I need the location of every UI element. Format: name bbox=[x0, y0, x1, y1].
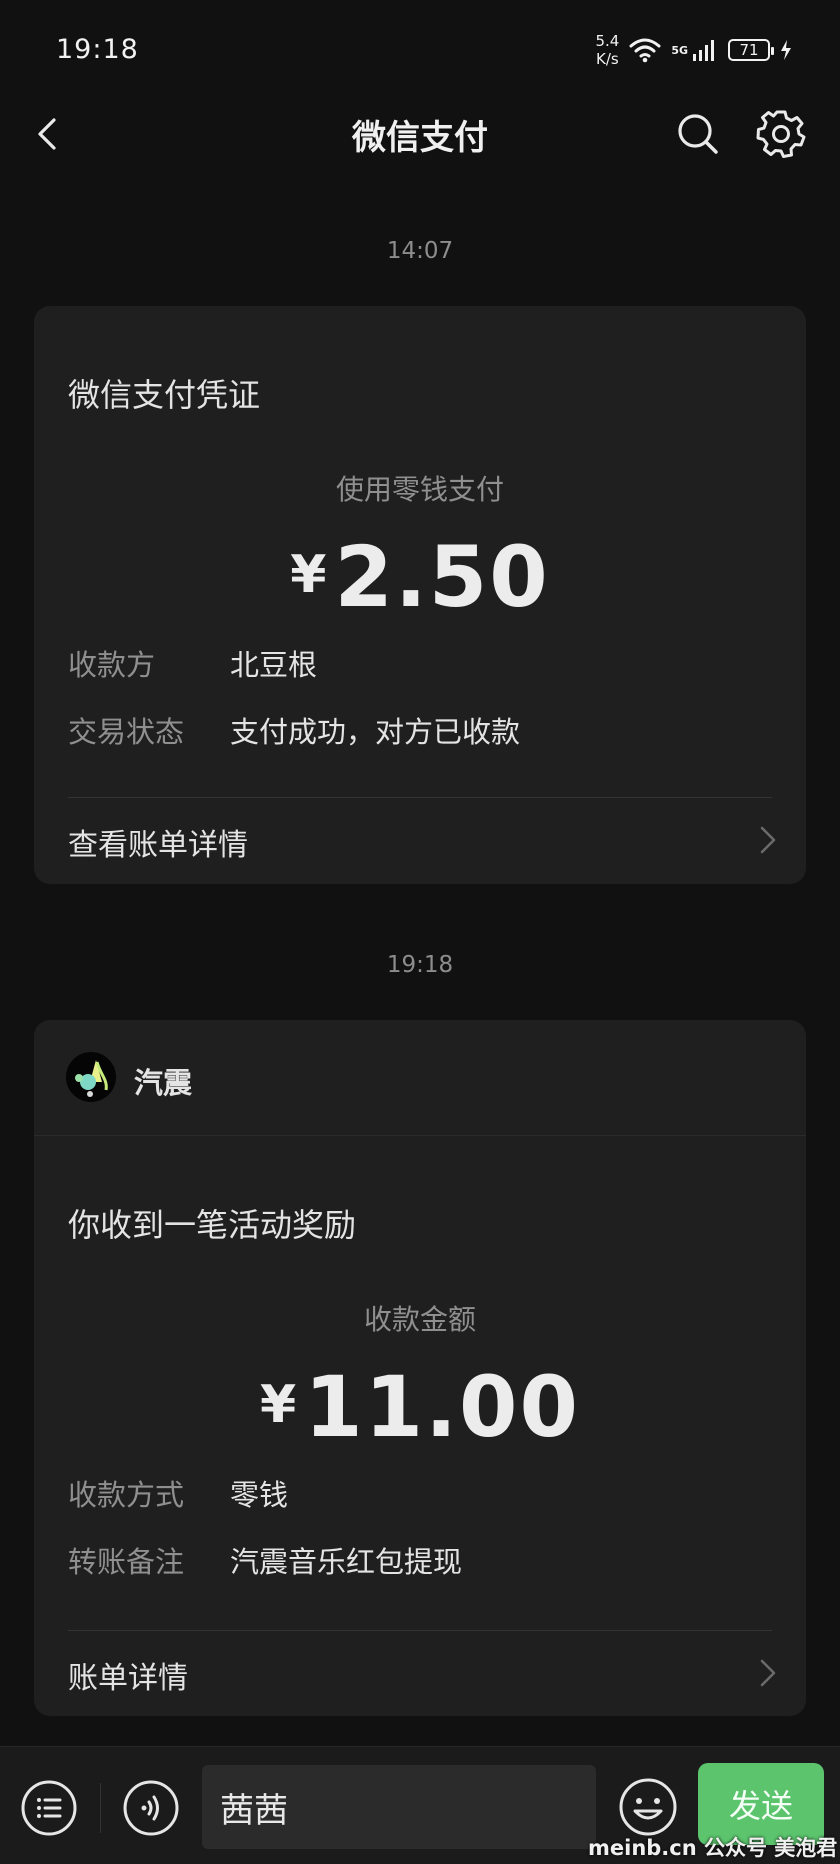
payment-voucher-card[interactable]: 微信支付凭证 使用零钱支付 ¥2.50 收款方 北豆根 交易状态 支付成功，对方… bbox=[34, 306, 806, 884]
bill-details-link[interactable]: 账单详情 bbox=[34, 1631, 806, 1715]
menu-list-icon[interactable] bbox=[20, 1779, 78, 1837]
nav-bar: 微信支付 bbox=[0, 100, 840, 170]
watermark-text: meinb.cn 公众号 美泡君 bbox=[588, 1836, 838, 1860]
sender-name: 汽震 bbox=[134, 1066, 193, 1100]
voice-icon[interactable] bbox=[122, 1779, 180, 1837]
message-input[interactable] bbox=[202, 1765, 596, 1849]
detail-row: 收款方式 零钱 bbox=[68, 1472, 772, 1514]
detail-value: 支付成功，对方已收款 bbox=[230, 715, 521, 749]
message-timestamp: 19:18 bbox=[386, 952, 454, 978]
avatar bbox=[66, 1052, 116, 1102]
network-speed-unit: K/s bbox=[596, 50, 619, 68]
network-speed-value: 5.4 bbox=[595, 32, 620, 50]
status-indicators: 5.4 K/s 5G 71 bbox=[595, 30, 792, 70]
detail-label: 收款方式 bbox=[68, 1478, 185, 1512]
status-bar: 19:18 5.4 K/s 5G 71 bbox=[0, 0, 840, 100]
chevron-right-icon bbox=[760, 1659, 776, 1687]
chevron-right-icon bbox=[760, 826, 776, 854]
amount-value: 2.50 bbox=[334, 528, 550, 626]
detail-label: 转账备注 bbox=[68, 1545, 185, 1579]
reward-card[interactable]: 汽震 你收到一笔活动奖励 收款金额 ¥11.00 收款方式 零钱 转账备注 汽震… bbox=[34, 1020, 806, 1716]
wifi-icon bbox=[629, 38, 661, 63]
reward-amount: ¥11.00 bbox=[34, 1358, 806, 1456]
card-title: 你收到一笔活动奖励 bbox=[68, 1206, 357, 1244]
music-logo-icon bbox=[75, 1060, 108, 1097]
message-timestamp: 14:07 bbox=[386, 238, 454, 264]
battery-level: 71 bbox=[739, 41, 759, 59]
battery-indicator: 71 bbox=[728, 39, 774, 61]
detail-label: 收款方 bbox=[68, 648, 156, 682]
currency-symbol: ¥ bbox=[290, 545, 327, 605]
currency-symbol: ¥ bbox=[260, 1375, 297, 1435]
payment-amount: ¥2.50 bbox=[34, 528, 806, 626]
detail-value: 汽震音乐红包提现 bbox=[230, 1545, 463, 1579]
network-type: 5G bbox=[671, 43, 688, 57]
detail-row: 转账备注 汽震音乐红包提现 bbox=[68, 1539, 772, 1581]
emoji-icon[interactable] bbox=[618, 1777, 678, 1837]
card-header: 汽震 bbox=[34, 1020, 806, 1136]
back-arrow-icon[interactable] bbox=[26, 112, 70, 156]
detail-row: 收款方 北豆根 bbox=[68, 642, 772, 684]
footer-label: 账单详情 bbox=[68, 1661, 188, 1696]
detail-value: 北豆根 bbox=[230, 648, 318, 682]
status-time: 19:18 bbox=[56, 34, 139, 65]
detail-row: 交易状态 支付成功，对方已收款 bbox=[68, 709, 772, 751]
amount-caption: 收款金额 bbox=[363, 1303, 476, 1336]
payment-method: 使用零钱支付 bbox=[335, 473, 504, 506]
charging-icon bbox=[781, 40, 791, 60]
card-title: 微信支付凭证 bbox=[68, 376, 261, 414]
gear-icon[interactable] bbox=[756, 108, 806, 158]
network-speed: 5.4 K/s bbox=[595, 32, 619, 68]
detail-value: 零钱 bbox=[230, 1478, 289, 1512]
footer-label: 查看账单详情 bbox=[68, 828, 248, 863]
amount-value: 11.00 bbox=[304, 1358, 580, 1456]
signal-icon bbox=[693, 40, 714, 61]
search-icon[interactable] bbox=[674, 110, 720, 156]
detail-label: 交易状态 bbox=[68, 715, 185, 749]
view-bill-details-link[interactable]: 查看账单详情 bbox=[34, 798, 806, 882]
divider bbox=[100, 1783, 101, 1833]
